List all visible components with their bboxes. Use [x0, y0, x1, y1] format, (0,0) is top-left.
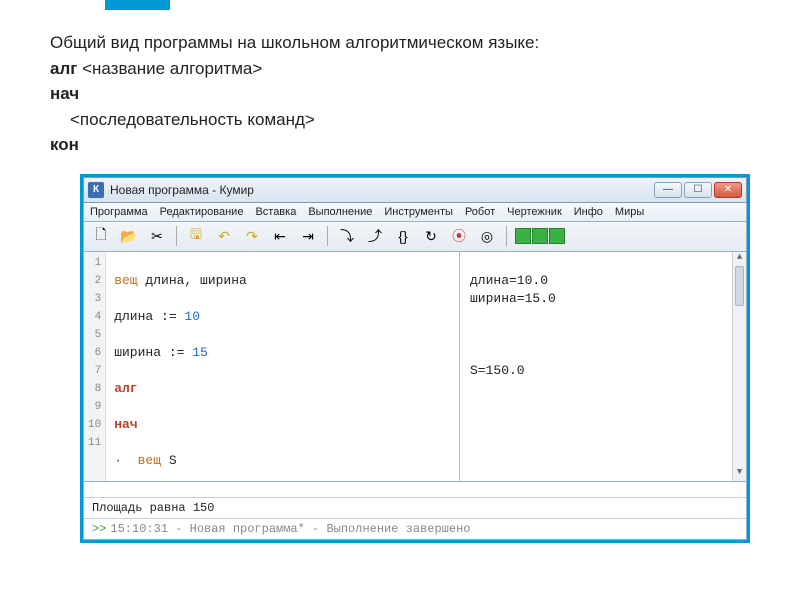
scroll-up-icon[interactable]: ▲ — [733, 252, 746, 266]
accent-bar — [105, 0, 170, 10]
toolbar-separator — [327, 226, 328, 246]
line-gutter: 1234567891011 — [84, 252, 106, 481]
maximize-button[interactable]: ☐ — [684, 182, 712, 198]
stop-icon[interactable]: ⦿ — [448, 225, 470, 247]
window-controls: — ☐ ✕ — [654, 182, 742, 198]
output-line: S=150.0 — [470, 362, 722, 380]
output-line: длина=10.0 — [470, 272, 722, 290]
close-button[interactable]: ✕ — [714, 182, 742, 198]
world-icon[interactable] — [532, 228, 548, 244]
editor-area: 1234567891011 вещ длина, ширина длина :=… — [83, 252, 747, 482]
braces-icon[interactable]: {} — [392, 225, 414, 247]
code-editor[interactable]: вещ длина, ширина длина := 10 ширина := … — [106, 252, 340, 481]
cut-icon[interactable]: ✂ — [146, 225, 168, 247]
redo-icon[interactable]: ↷ — [241, 225, 263, 247]
step-in-icon[interactable]: ⤵ — [336, 225, 358, 247]
indent-right-icon[interactable]: ⇥ — [297, 225, 319, 247]
commands-placeholder: <последовательность команд> — [50, 107, 750, 133]
console-dim-row — [84, 482, 746, 498]
app-icon: К — [88, 182, 104, 198]
menu-run[interactable]: Выполнение — [308, 206, 372, 218]
toolbar-separator — [176, 226, 177, 246]
toolbar: 🗋 📂 ✂ 🖫 ↶ ↷ ⇤ ⇥ ⤵ ⤴ {} ↻ ⦿ ◎ — [83, 222, 747, 252]
scroll-thumb[interactable] — [735, 266, 744, 306]
code-panel[interactable]: 1234567891011 вещ длина, ширина длина :=… — [84, 252, 460, 481]
console-status: >> 15:10:31 - Новая программа* - Выполне… — [84, 519, 746, 539]
world-icon[interactable] — [549, 228, 565, 244]
menu-edit[interactable]: Редактирование — [160, 206, 244, 218]
menu-info[interactable]: Инфо — [574, 206, 603, 218]
world-buttons[interactable] — [515, 228, 565, 244]
menu-worlds[interactable]: Миры — [615, 206, 644, 218]
loop-icon[interactable]: ↻ — [420, 225, 442, 247]
new-file-icon[interactable]: 🗋 — [90, 225, 112, 247]
alg-name-placeholder: <название алгоритма> — [82, 59, 262, 78]
world-icon[interactable] — [515, 228, 531, 244]
breakpoint-icon[interactable]: ◎ — [476, 225, 498, 247]
scrollbar-vertical[interactable]: ▲ ▼ — [732, 252, 746, 481]
prompt-icon: >> — [92, 522, 106, 536]
indent-left-icon[interactable]: ⇤ — [269, 225, 291, 247]
minimize-button[interactable]: — — [654, 182, 682, 198]
kw-nach: нач — [50, 81, 750, 107]
output-panel: длина=10.0 ширина=15.0 S=150.0 — [460, 252, 732, 481]
kw-kon: кон — [50, 132, 750, 158]
explanation-title: Общий вид программы на школьном алгоритм… — [50, 30, 750, 56]
console-section: Площадь равна 150 >> 15:10:31 - Новая пр… — [83, 482, 747, 540]
scroll-down-icon[interactable]: ▼ — [733, 467, 746, 481]
save-icon[interactable]: 🖫 — [185, 225, 207, 247]
menu-tools[interactable]: Инструменты — [384, 206, 453, 218]
step-over-icon[interactable]: ⤴ — [364, 225, 386, 247]
toolbar-separator — [506, 226, 507, 246]
console-result: Площадь равна 150 — [84, 498, 746, 519]
undo-icon[interactable]: ↶ — [213, 225, 235, 247]
menubar: Программа Редактирование Вставка Выполне… — [83, 203, 747, 222]
titlebar: К Новая программа - Кумир — ☐ ✕ — [83, 177, 747, 203]
window-title: Новая программа - Кумир — [110, 183, 254, 197]
screenshot-frame: К Новая программа - Кумир — ☐ ✕ Программ… — [80, 174, 750, 543]
output-line: ширина=15.0 — [470, 290, 722, 308]
explanation-block: Общий вид программы на школьном алгоритм… — [0, 0, 800, 168]
status-text: 15:10:31 - Новая программа* - Выполнение… — [110, 522, 470, 536]
menu-insert[interactable]: Вставка — [255, 206, 296, 218]
kw-alg: алг — [50, 59, 77, 78]
menu-program[interactable]: Программа — [90, 206, 148, 218]
menu-robot[interactable]: Робот — [465, 206, 495, 218]
app-window: К Новая программа - Кумир — ☐ ✕ Программ… — [83, 177, 747, 540]
open-file-icon[interactable]: 📂 — [118, 225, 140, 247]
menu-drawer[interactable]: Чертежник — [507, 206, 562, 218]
